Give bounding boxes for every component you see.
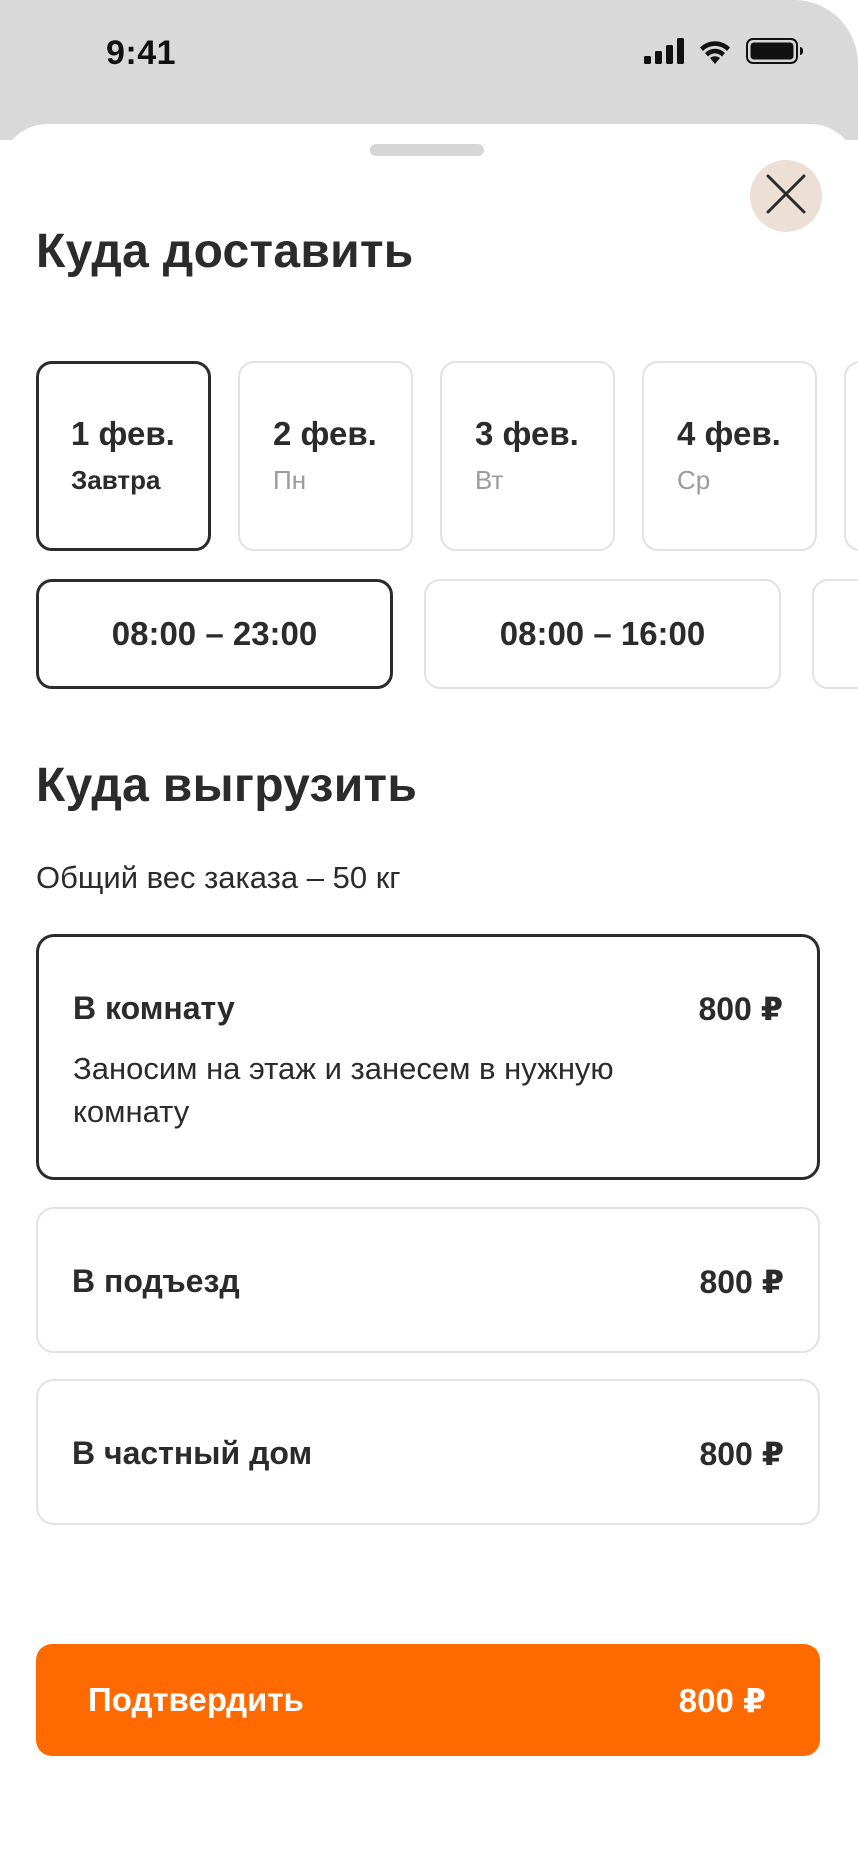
option-title: В комнату xyxy=(73,990,235,1026)
option-price: 800 ₽ xyxy=(699,1436,784,1472)
unload-option-entrance[interactable]: В подъезд 800 ₽ xyxy=(36,1207,820,1353)
time-slot-selector: 08:00 – 23:00 08:00 – 16:00 xyxy=(36,579,858,689)
date-weekday: Вт xyxy=(475,465,504,495)
date-day: 2 фев. xyxy=(273,415,377,452)
wifi-icon xyxy=(698,38,732,64)
delivery-title: Куда доставить xyxy=(36,225,414,278)
order-weight-text: Общий вес заказа – 50 кг xyxy=(36,860,401,895)
battery-icon xyxy=(746,38,804,64)
date-option[interactable]: 1 фев. Завтра xyxy=(36,361,211,551)
unload-title: Куда выгрузить xyxy=(36,759,418,812)
option-price: 800 ₽ xyxy=(699,1264,784,1300)
date-option[interactable]: 4 фев. Ср xyxy=(642,361,817,551)
confirm-price: 800 ₽ xyxy=(678,1682,766,1719)
status-icons xyxy=(644,38,804,64)
cellular-signal-icon xyxy=(644,38,684,64)
unload-option-private-house[interactable]: В частный дом 800 ₽ xyxy=(36,1379,820,1525)
option-title: В частный дом xyxy=(72,1435,313,1471)
date-weekday: Завтра xyxy=(71,465,161,495)
bottom-sheet: Куда доставить 1 фев. Завтра 2 фев. Пн 3… xyxy=(0,124,858,1860)
date-option-partial[interactable] xyxy=(844,361,858,551)
date-day: 1 фев. xyxy=(71,415,175,452)
option-description: Заносим на этаж и занесем в нужную комна… xyxy=(73,1051,614,1129)
date-option[interactable]: 2 фев. Пн xyxy=(238,361,413,551)
option-price: 800 ₽ xyxy=(698,991,783,1027)
option-title: В подъезд xyxy=(72,1263,240,1299)
date-option[interactable]: 3 фев. Вт xyxy=(440,361,615,551)
time-slot-option[interactable]: 08:00 – 23:00 xyxy=(36,579,393,689)
date-day: 3 фев. xyxy=(475,415,579,452)
date-weekday: Ср xyxy=(677,465,711,495)
status-time: 9:41 xyxy=(106,34,177,72)
date-day: 4 фев. xyxy=(677,415,781,452)
date-selector: 1 фев. Завтра 2 фев. Пн 3 фев. Вт 4 фев.… xyxy=(36,361,858,551)
unload-option-room[interactable]: В комнату 800 ₽ Заносим на этаж и занесе… xyxy=(36,934,820,1180)
sheet-grabber[interactable] xyxy=(370,144,484,156)
time-slot-option-partial[interactable] xyxy=(812,579,858,689)
close-button[interactable] xyxy=(750,160,822,232)
phone-screen: 9:41 Куда доставить 1 фев. Завтра 2 фев.… xyxy=(0,0,858,1860)
time-slot-option[interactable]: 08:00 – 16:00 xyxy=(424,579,781,689)
confirm-button[interactable]: Подтвердить 800 ₽ xyxy=(36,1644,820,1756)
date-weekday: Пн xyxy=(273,465,307,495)
status-bar: 9:41 xyxy=(0,0,858,140)
close-icon xyxy=(766,174,806,219)
confirm-label: Подтвердить xyxy=(88,1681,304,1718)
